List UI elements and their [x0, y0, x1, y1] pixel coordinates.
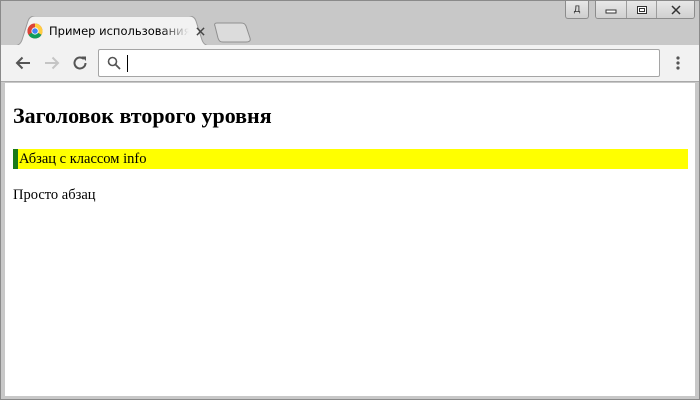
- close-icon: [195, 26, 205, 36]
- search-icon: [107, 56, 121, 70]
- minimize-button[interactable]: [596, 1, 626, 18]
- chrome-favicon-icon: [27, 23, 43, 39]
- forward-button[interactable]: [40, 51, 64, 75]
- tab-active[interactable]: Пример использования jQuery: [13, 16, 211, 46]
- text-caret: [127, 55, 128, 72]
- window-buttons: [595, 1, 695, 19]
- profile-button[interactable]: Д: [565, 1, 589, 19]
- close-icon: [670, 5, 681, 15]
- page-viewport: Заголовок второго уровня Абзац с классом…: [5, 83, 695, 396]
- minimize-icon: [605, 9, 617, 14]
- browser-toolbar: [1, 45, 699, 82]
- profile-label: Д: [573, 4, 581, 15]
- address-input[interactable]: [127, 53, 659, 73]
- address-bar[interactable]: [98, 49, 660, 77]
- arrow-right-icon: [45, 56, 60, 70]
- arrow-left-icon: [15, 56, 30, 70]
- window-controls: Д: [565, 1, 695, 21]
- reload-icon: [73, 56, 87, 70]
- vertical-dots-icon: [676, 56, 680, 70]
- close-window-button[interactable]: [656, 1, 694, 18]
- restore-button[interactable]: [626, 1, 656, 18]
- tab-strip: Пример использования jQuery Д: [1, 1, 699, 46]
- info-paragraph: Абзац с классом info: [13, 149, 688, 169]
- browser-window: Пример использования jQuery Д: [0, 0, 700, 400]
- page-heading: Заголовок второго уровня: [13, 103, 272, 128]
- tab-title: Пример использования jQuery: [49, 24, 189, 38]
- restore-icon: [636, 6, 647, 14]
- plain-paragraph: Просто абзац: [13, 187, 96, 203]
- back-button[interactable]: [11, 51, 35, 75]
- tab-close-button[interactable]: [193, 24, 207, 38]
- browser-menu-button[interactable]: [667, 51, 689, 75]
- new-tab-icon[interactable]: [213, 21, 253, 43]
- reload-button[interactable]: [68, 51, 92, 75]
